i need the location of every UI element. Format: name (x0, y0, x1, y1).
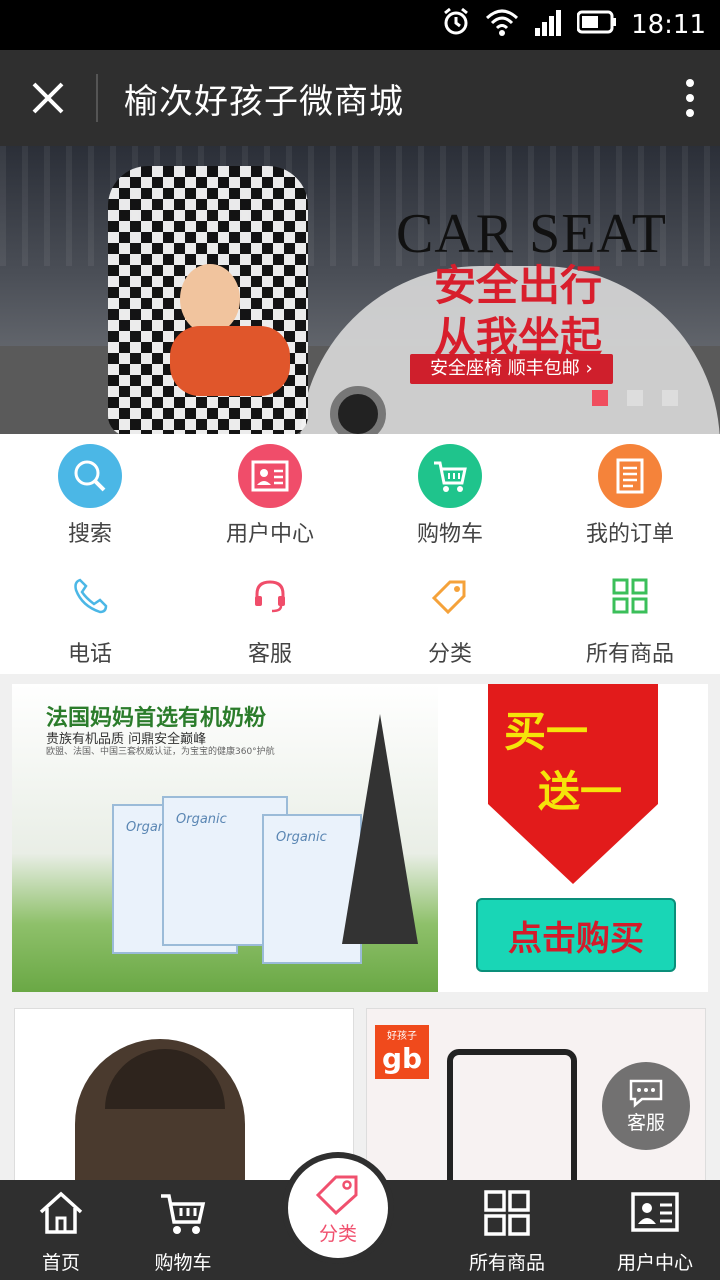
status-bar: 18:11 (0, 0, 720, 50)
more-button[interactable] (660, 50, 720, 146)
headset-icon (238, 564, 302, 628)
menu-label: 所有商品 (585, 642, 674, 667)
tab-category[interactable]: 分类 (282, 1152, 394, 1264)
tab-label: 分类 (318, 1222, 357, 1245)
alarm-icon (441, 7, 471, 44)
tab-home[interactable]: 首页 (0, 1180, 126, 1280)
grid-icon (484, 1190, 530, 1236)
tab-label: 购物车 (154, 1252, 212, 1274)
banner-dot-2[interactable] (627, 390, 643, 406)
stroller-image (75, 1039, 245, 1189)
promo-milk-powder[interactable]: 法国妈妈首选有机奶粉 贵族有机品质 问鼎安全巅峰 欧盟、法国、中国三套权威认证，… (12, 684, 438, 992)
promo-small-text: 欧盟、法国、中国三套权威认证，为宝宝的健康360°护航 (46, 747, 275, 757)
tab-label: 所有商品 (468, 1252, 545, 1274)
offer-text-bottom: 送一 (538, 767, 623, 816)
chat-bubble-icon (629, 1079, 663, 1108)
stroller-image (447, 1049, 577, 1199)
menu-label: 客服 (247, 642, 292, 667)
promo-banner[interactable]: 法国妈妈首选有机奶粉 贵族有机品质 问鼎安全巅峰 欧盟、法国、中国三套权威认证，… (12, 684, 708, 992)
page-title: 榆次好孩子微商城 (124, 81, 404, 122)
banner-tag: 安全座椅 顺丰包邮 › (410, 354, 613, 384)
grid-icon (598, 564, 662, 628)
menu-item-my-orders[interactable]: 我的订单 (540, 444, 720, 554)
phone-icon (58, 564, 122, 628)
menu-label: 电话 (67, 642, 112, 667)
signal-icon (533, 8, 563, 43)
menu-label: 分类 (427, 642, 472, 667)
user-card-icon (631, 1192, 679, 1232)
quick-menu: 搜索 用户中心 购物车 我的订单 电话 客服 分类 所有商品 (0, 434, 720, 674)
tab-user-center[interactable]: 用户中心 (590, 1180, 720, 1280)
close-icon (32, 82, 64, 114)
menu-item-search[interactable]: 搜索 (0, 444, 180, 554)
cart-icon (161, 1194, 206, 1234)
floating-customer-service-button[interactable]: 客服 (602, 1062, 690, 1150)
menu-item-all-products[interactable]: 所有商品 (540, 564, 720, 674)
buy-now-button[interactable]: 点击购买 (476, 898, 676, 972)
title-bar: 榆次好孩子微商城 (0, 50, 720, 146)
status-time: 18:11 (631, 10, 706, 40)
tag-icon (418, 564, 482, 628)
banner-dot-1[interactable] (592, 390, 608, 406)
menu-label: 用户中心 (225, 522, 314, 547)
home-icon (39, 1191, 83, 1234)
tab-cart[interactable]: 购物车 (118, 1180, 248, 1280)
menu-label: 购物车 (416, 522, 483, 547)
promo-offer[interactable]: 买一 送一 点击购买 (438, 684, 708, 992)
close-button[interactable] (0, 50, 96, 146)
tab-all-products[interactable]: 所有商品 (442, 1180, 572, 1280)
menu-item-user-center[interactable]: 用户中心 (180, 444, 360, 554)
offer-text-top: 买一 (504, 707, 589, 756)
banner-child-head (180, 264, 240, 334)
user-card-icon (238, 444, 302, 508)
menu-label: 搜索 (67, 522, 112, 547)
gb-logo-caption: 好孩子 (387, 1031, 417, 1042)
wifi-icon (485, 8, 519, 43)
tag-icon (315, 1175, 358, 1215)
tab-label: 用户中心 (616, 1252, 693, 1274)
eiffel-tower-image (342, 714, 418, 944)
floating-button-label: 客服 (626, 1111, 665, 1134)
cart-icon (418, 444, 482, 508)
banner-pagination (592, 390, 678, 406)
order-list-icon (598, 444, 662, 508)
menu-item-cart[interactable]: 购物车 (360, 444, 540, 554)
battery-icon (576, 9, 617, 42)
banner-child-body (170, 326, 290, 396)
tab-label: 首页 (41, 1252, 80, 1274)
menu-label: 我的订单 (585, 522, 674, 547)
more-vertical-icon (686, 79, 694, 117)
menu-item-phone[interactable]: 电话 (0, 564, 180, 674)
banner-wheel (330, 386, 386, 434)
search-icon (58, 444, 122, 508)
menu-item-customer-service[interactable]: 客服 (180, 564, 360, 674)
banner-dot-3[interactable] (662, 390, 678, 406)
menu-item-category[interactable]: 分类 (360, 564, 540, 674)
